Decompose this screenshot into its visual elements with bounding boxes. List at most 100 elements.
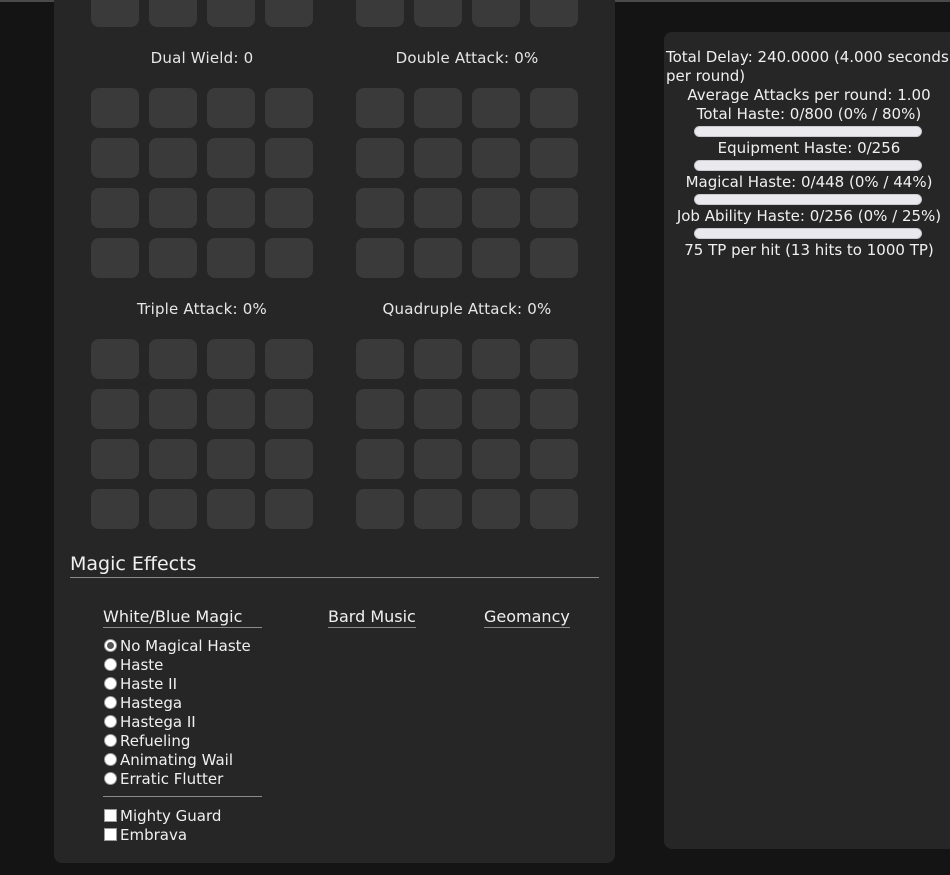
equipment-slot[interactable]	[149, 489, 197, 529]
equipment-slot[interactable]	[149, 0, 197, 27]
equipment-slot[interactable]	[356, 0, 404, 27]
equipment-slot[interactable]	[356, 439, 404, 479]
equipment-slot[interactable]	[472, 439, 520, 479]
equipment-slot[interactable]	[530, 339, 578, 379]
magic-checkbox-group: Mighty Guard Embrava	[104, 806, 221, 844]
magic-checkbox-option[interactable]: Embrava	[104, 825, 221, 844]
equipment-slot[interactable]	[530, 489, 578, 529]
equipment-slot[interactable]	[530, 439, 578, 479]
radio-button[interactable]	[104, 639, 117, 652]
radio-button[interactable]	[104, 715, 117, 728]
equipment-slot[interactable]	[207, 188, 255, 228]
equipment-slot[interactable]	[91, 389, 139, 429]
equipment-slot[interactable]	[356, 188, 404, 228]
equipment-slot[interactable]	[207, 389, 255, 429]
quadruple-attack-grid	[356, 339, 578, 529]
equipment-slot[interactable]	[472, 188, 520, 228]
equipment-slot[interactable]	[356, 238, 404, 278]
equipment-slot[interactable]	[265, 439, 313, 479]
equipment-slot[interactable]	[207, 439, 255, 479]
radio-button[interactable]	[104, 658, 117, 671]
equipment-slot[interactable]	[414, 188, 462, 228]
equipment-slot[interactable]	[91, 489, 139, 529]
equipment-slot[interactable]	[530, 138, 578, 178]
checkbox[interactable]	[104, 828, 117, 841]
equipment-slot[interactable]	[265, 138, 313, 178]
equipment-slot[interactable]	[149, 138, 197, 178]
equipment-slot[interactable]	[472, 88, 520, 128]
equipment-slot[interactable]	[265, 0, 313, 27]
equipment-slot[interactable]	[356, 339, 404, 379]
equipment-slot[interactable]	[149, 439, 197, 479]
equipment-slot[interactable]	[91, 188, 139, 228]
equipment-slot[interactable]	[91, 0, 139, 27]
equipment-slot[interactable]	[530, 0, 578, 27]
equipment-slot[interactable]	[207, 238, 255, 278]
equipment-slot[interactable]	[91, 238, 139, 278]
radio-button[interactable]	[104, 772, 117, 785]
magic-radio-option[interactable]: Animating Wail	[104, 750, 251, 769]
white-blue-magic-heading: White/Blue Magic	[103, 607, 262, 628]
magic-radio-option[interactable]: Hastega	[104, 693, 251, 712]
equipment-slot[interactable]	[91, 88, 139, 128]
equipment-slot[interactable]	[265, 489, 313, 529]
total-haste-text: Total Haste: 0/800 (0% / 80%)	[696, 105, 922, 123]
equipment-slot[interactable]	[530, 88, 578, 128]
quadruple-attack-label: Quadruple Attack: 0%	[382, 300, 552, 318]
magic-radio-option[interactable]: Haste	[104, 655, 251, 674]
radio-button[interactable]	[104, 734, 117, 747]
equipment-slot[interactable]	[414, 0, 462, 27]
equipment-slot[interactable]	[207, 489, 255, 529]
equipment-slot[interactable]	[414, 439, 462, 479]
equipment-slot[interactable]	[356, 88, 404, 128]
magic-radio-option[interactable]: Hastega II	[104, 712, 251, 731]
equipment-slot[interactable]	[207, 88, 255, 128]
equipment-slot[interactable]	[530, 389, 578, 429]
job-ability-haste-text: Job Ability Haste: 0/256 (0% / 25%)	[676, 207, 942, 225]
equipment-slot[interactable]	[356, 489, 404, 529]
equipment-slot[interactable]	[472, 238, 520, 278]
equipment-slot[interactable]	[91, 339, 139, 379]
equipment-slot[interactable]	[149, 339, 197, 379]
equipment-slot[interactable]	[414, 88, 462, 128]
equipment-slot[interactable]	[414, 339, 462, 379]
equipment-slot[interactable]	[414, 489, 462, 529]
equipment-slot[interactable]	[91, 138, 139, 178]
equipment-slot[interactable]	[207, 339, 255, 379]
magic-radio-option[interactable]: Haste II	[104, 674, 251, 693]
equipment-slot[interactable]	[414, 389, 462, 429]
radio-button[interactable]	[104, 753, 117, 766]
radio-button[interactable]	[104, 677, 117, 690]
equipment-slot[interactable]	[472, 0, 520, 27]
equipment-slot[interactable]	[472, 489, 520, 529]
radio-label: No Magical Haste	[120, 636, 251, 655]
equipment-slot[interactable]	[472, 138, 520, 178]
haste-stats: Total Delay: 240.0000 (4.000 seconds per…	[664, 48, 950, 260]
equipment-slot[interactable]	[530, 188, 578, 228]
equipment-slot[interactable]	[530, 238, 578, 278]
equipment-slot[interactable]	[265, 88, 313, 128]
equipment-slot[interactable]	[265, 188, 313, 228]
magic-radio-option[interactable]: Refueling	[104, 731, 251, 750]
checkbox[interactable]	[104, 809, 117, 822]
magic-radio-option[interactable]: No Magical Haste	[104, 636, 251, 655]
equipment-slot[interactable]	[472, 339, 520, 379]
equipment-slot[interactable]	[265, 339, 313, 379]
equipment-slot[interactable]	[149, 238, 197, 278]
equipment-slot[interactable]	[149, 389, 197, 429]
equipment-slot[interactable]	[91, 439, 139, 479]
magic-checkbox-option[interactable]: Mighty Guard	[104, 806, 221, 825]
equipment-slot[interactable]	[207, 0, 255, 27]
equipment-slot[interactable]	[414, 238, 462, 278]
equipment-slot[interactable]	[207, 138, 255, 178]
equipment-slot[interactable]	[414, 138, 462, 178]
equipment-slot[interactable]	[472, 389, 520, 429]
equipment-slot[interactable]	[356, 138, 404, 178]
radio-button[interactable]	[104, 696, 117, 709]
equipment-slot[interactable]	[149, 88, 197, 128]
magic-radio-option[interactable]: Erratic Flutter	[104, 769, 251, 788]
equipment-slot[interactable]	[265, 238, 313, 278]
equipment-slot[interactable]	[356, 389, 404, 429]
equipment-slot[interactable]	[265, 389, 313, 429]
equipment-slot[interactable]	[149, 188, 197, 228]
